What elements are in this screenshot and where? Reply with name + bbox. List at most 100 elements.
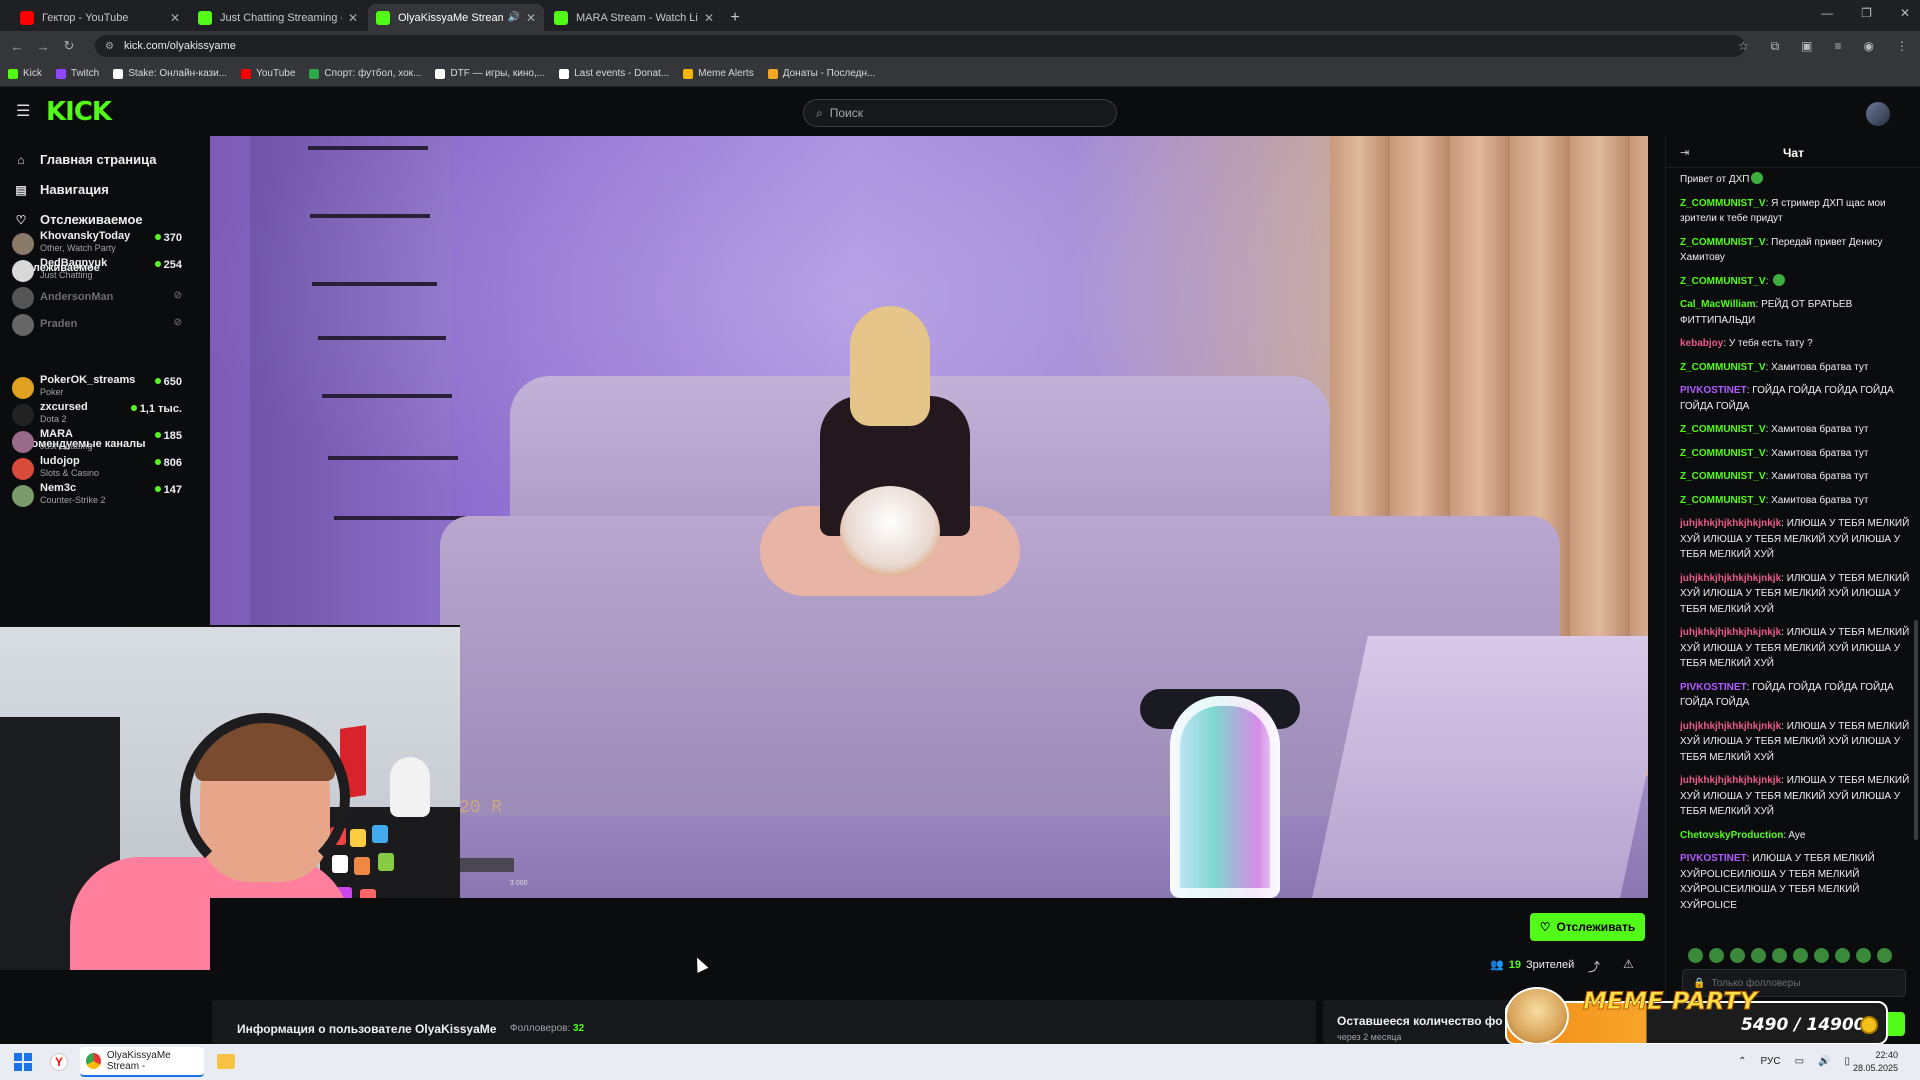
user-avatar[interactable] bbox=[1866, 102, 1890, 126]
emote-icon[interactable] bbox=[1856, 948, 1871, 963]
bookmark-star-icon[interactable]: ☆ bbox=[1738, 39, 1749, 54]
chat-username[interactable]: kebabjoy bbox=[1680, 338, 1723, 349]
video-scene-shelf bbox=[328, 456, 458, 460]
volume-icon[interactable]: 🔊 bbox=[1818, 1056, 1830, 1067]
emote-icon[interactable] bbox=[1835, 948, 1850, 963]
chat-scrollbar[interactable] bbox=[1914, 620, 1918, 840]
emote-icon[interactable] bbox=[1772, 948, 1787, 963]
chat-username[interactable]: juhjkhkjhjkhkjhkjnkjk bbox=[1680, 573, 1781, 584]
close-tab-icon[interactable]: ✕ bbox=[170, 11, 180, 25]
address-bar[interactable]: ⚙ kick.com/olyakissyame bbox=[95, 35, 1745, 57]
chat-message: Z_COMMUNIST_V: Хамитова братва тут bbox=[1680, 361, 1869, 373]
bookmark-label: YouTube bbox=[256, 68, 296, 79]
maximize-icon[interactable]: ❐ bbox=[1861, 6, 1872, 20]
battery-icon[interactable]: ▯ bbox=[1844, 1056, 1850, 1067]
close-tab-icon[interactable]: ✕ bbox=[704, 11, 714, 25]
report-icon[interactable]: ⚠ bbox=[1623, 957, 1634, 971]
emote-icon[interactable] bbox=[1730, 948, 1745, 963]
sidebar-channel[interactable]: zxcursed Dota 2 1,1 тыс. bbox=[12, 401, 182, 431]
chat-username[interactable]: PIVKOSTINET bbox=[1680, 853, 1747, 864]
media-control-icon[interactable]: ≡ bbox=[1835, 39, 1842, 54]
chat-send-button[interactable] bbox=[1888, 1012, 1905, 1036]
sidebar-channel[interactable]: MARA Just Chatting 185 bbox=[12, 428, 182, 458]
chat-username[interactable]: Z_COMMUNIST_V bbox=[1680, 471, 1766, 482]
sidebar-channel[interactable]: DedBagnyuk Just Chatting 254 bbox=[12, 257, 182, 287]
reload-icon[interactable]: ↻ bbox=[56, 38, 82, 54]
back-icon[interactable]: ← bbox=[4, 39, 30, 54]
bookmark-item[interactable]: Stake: Онлайн-кази... bbox=[113, 68, 227, 79]
emote-icon[interactable] bbox=[1877, 948, 1892, 963]
sidebar-channel[interactable]: KhovanskyToday Other, Watch Party 370 bbox=[12, 230, 182, 260]
taskbar-chrome-window[interactable]: OlyaKissyaMe Stream - bbox=[80, 1047, 204, 1077]
bookmark-item[interactable]: Донаты - Последн... bbox=[767, 68, 875, 79]
chat-username[interactable]: Z_COMMUNIST_V bbox=[1680, 495, 1766, 506]
nav-following[interactable]: ♡ Отслеживаемое bbox=[14, 212, 143, 227]
sidepanel-icon[interactable]: ▣ bbox=[1801, 39, 1812, 54]
minimize-icon[interactable]: — bbox=[1821, 6, 1833, 20]
sidebar-channel[interactable]: AndersonMan ⊘ bbox=[12, 284, 182, 314]
emote-icon[interactable] bbox=[1688, 948, 1703, 963]
emote-icon[interactable] bbox=[1793, 948, 1808, 963]
bookmark-item[interactable]: Twitch bbox=[55, 68, 99, 79]
follow-button[interactable]: ♡ Отслеживать bbox=[1530, 913, 1645, 941]
sidebar-channel[interactable]: Praden ⊘ bbox=[12, 311, 182, 341]
chat-username[interactable]: juhjkhkjhjkhkjhkjnkjk bbox=[1680, 627, 1781, 638]
site-info-icon[interactable]: ⚙ bbox=[105, 41, 114, 52]
audio-playing-icon[interactable]: 🔊 bbox=[507, 12, 519, 23]
bookmark-item[interactable]: Спорт: футбол, хок... bbox=[309, 68, 421, 79]
sidebar-channel[interactable]: ludojop Slots & Casino 806 bbox=[12, 455, 182, 485]
bookmark-label: Kick bbox=[23, 68, 42, 79]
new-tab-button[interactable]: + bbox=[722, 4, 748, 31]
chat-username[interactable]: Cal_MacWilliam bbox=[1680, 299, 1756, 310]
windows-start-icon[interactable] bbox=[14, 1053, 32, 1071]
chat-username[interactable]: ChetovskyProduction bbox=[1680, 830, 1783, 841]
close-tab-icon[interactable]: ✕ bbox=[526, 11, 536, 25]
channel-name: Nem3c bbox=[40, 482, 77, 494]
bookmark-item[interactable]: YouTube bbox=[241, 68, 295, 79]
chat-username[interactable]: Z_COMMUNIST_V bbox=[1680, 448, 1766, 459]
browser-tab[interactable]: OlyaKissyaMe Stream - Wa🔊 ✕ bbox=[368, 4, 544, 31]
browser-tab[interactable]: Just Chatting Streaming - Live S ✕ bbox=[190, 4, 366, 31]
nav-home[interactable]: ⌂ Главная страница bbox=[14, 152, 156, 167]
close-tab-icon[interactable]: ✕ bbox=[348, 11, 358, 25]
chat-username[interactable]: PIVKOSTINET bbox=[1680, 385, 1747, 396]
emote-icon[interactable] bbox=[1751, 948, 1766, 963]
yandex-browser-icon[interactable]: Y bbox=[50, 1053, 68, 1071]
nav-browse[interactable]: ▤ Навигация bbox=[14, 182, 109, 197]
meme-party-title: MEME PARTY bbox=[1582, 987, 1758, 1016]
bookmark-item[interactable]: Last events - Donat... bbox=[559, 68, 669, 79]
search-input[interactable]: ⌕ Поиск bbox=[803, 99, 1117, 127]
bookmark-item[interactable]: Meme Alerts bbox=[683, 68, 754, 79]
chat-username[interactable]: Z_COMMUNIST_V bbox=[1680, 424, 1766, 435]
emote-icon[interactable] bbox=[1814, 948, 1829, 963]
chat-username[interactable]: Z_COMMUNIST_V bbox=[1680, 237, 1766, 248]
extensions-icon[interactable]: ⧉ bbox=[1771, 39, 1780, 54]
chat-username[interactable]: juhjkhkjhjkhkjhkjnkjk bbox=[1680, 518, 1781, 529]
forward-icon[interactable]: → bbox=[30, 39, 56, 54]
bookmark-item[interactable]: Kick bbox=[8, 68, 42, 79]
chat-username[interactable]: PIVKOSTINET bbox=[1680, 682, 1747, 693]
chat-username[interactable]: juhjkhkjhjkhkjhkjnkjk bbox=[1680, 721, 1781, 732]
network-icon[interactable]: ▭ bbox=[1795, 1056, 1804, 1067]
sidebar-channel[interactable]: PokerOK_streams Poker 650 bbox=[12, 374, 182, 404]
kick-logo[interactable]: KICK bbox=[46, 97, 112, 127]
share-icon[interactable]: ⤴ bbox=[1588, 958, 1600, 975]
chat-username[interactable]: Z_COMMUNIST_V bbox=[1680, 198, 1766, 209]
browser-tab[interactable]: MARA Stream - Watch Live on ✕ bbox=[546, 4, 722, 31]
emote-icon[interactable] bbox=[1709, 948, 1724, 963]
sidebar-channel[interactable]: Nem3c Counter-Strike 2 147 bbox=[12, 482, 182, 512]
hamburger-menu-icon[interactable]: ☰ bbox=[16, 101, 30, 121]
tray-expand-icon[interactable]: ⌃ bbox=[1738, 1056, 1746, 1067]
chat-username[interactable]: Z_COMMUNIST_V bbox=[1680, 362, 1766, 373]
browser-tab[interactable]: Гектор - YouTube ✕ bbox=[12, 4, 188, 31]
language-indicator[interactable]: РУС bbox=[1761, 1056, 1781, 1067]
bookmark-item[interactable]: DTF — игры, кино,... bbox=[435, 68, 545, 79]
chat-username[interactable]: juhjkhkjhjkhkjhkjnkjk bbox=[1680, 775, 1781, 786]
chat-username[interactable]: Z_COMMUNIST_V bbox=[1680, 276, 1766, 287]
menu-icon[interactable]: ⋮ bbox=[1896, 39, 1908, 54]
clock[interactable]: 22:40 28.05.2025 bbox=[1853, 1049, 1898, 1075]
file-explorer-icon[interactable] bbox=[217, 1054, 235, 1069]
video-scene-table bbox=[1312, 636, 1648, 898]
close-window-icon[interactable]: ✕ bbox=[1900, 6, 1910, 20]
profile-icon[interactable]: ◉ bbox=[1864, 39, 1874, 54]
